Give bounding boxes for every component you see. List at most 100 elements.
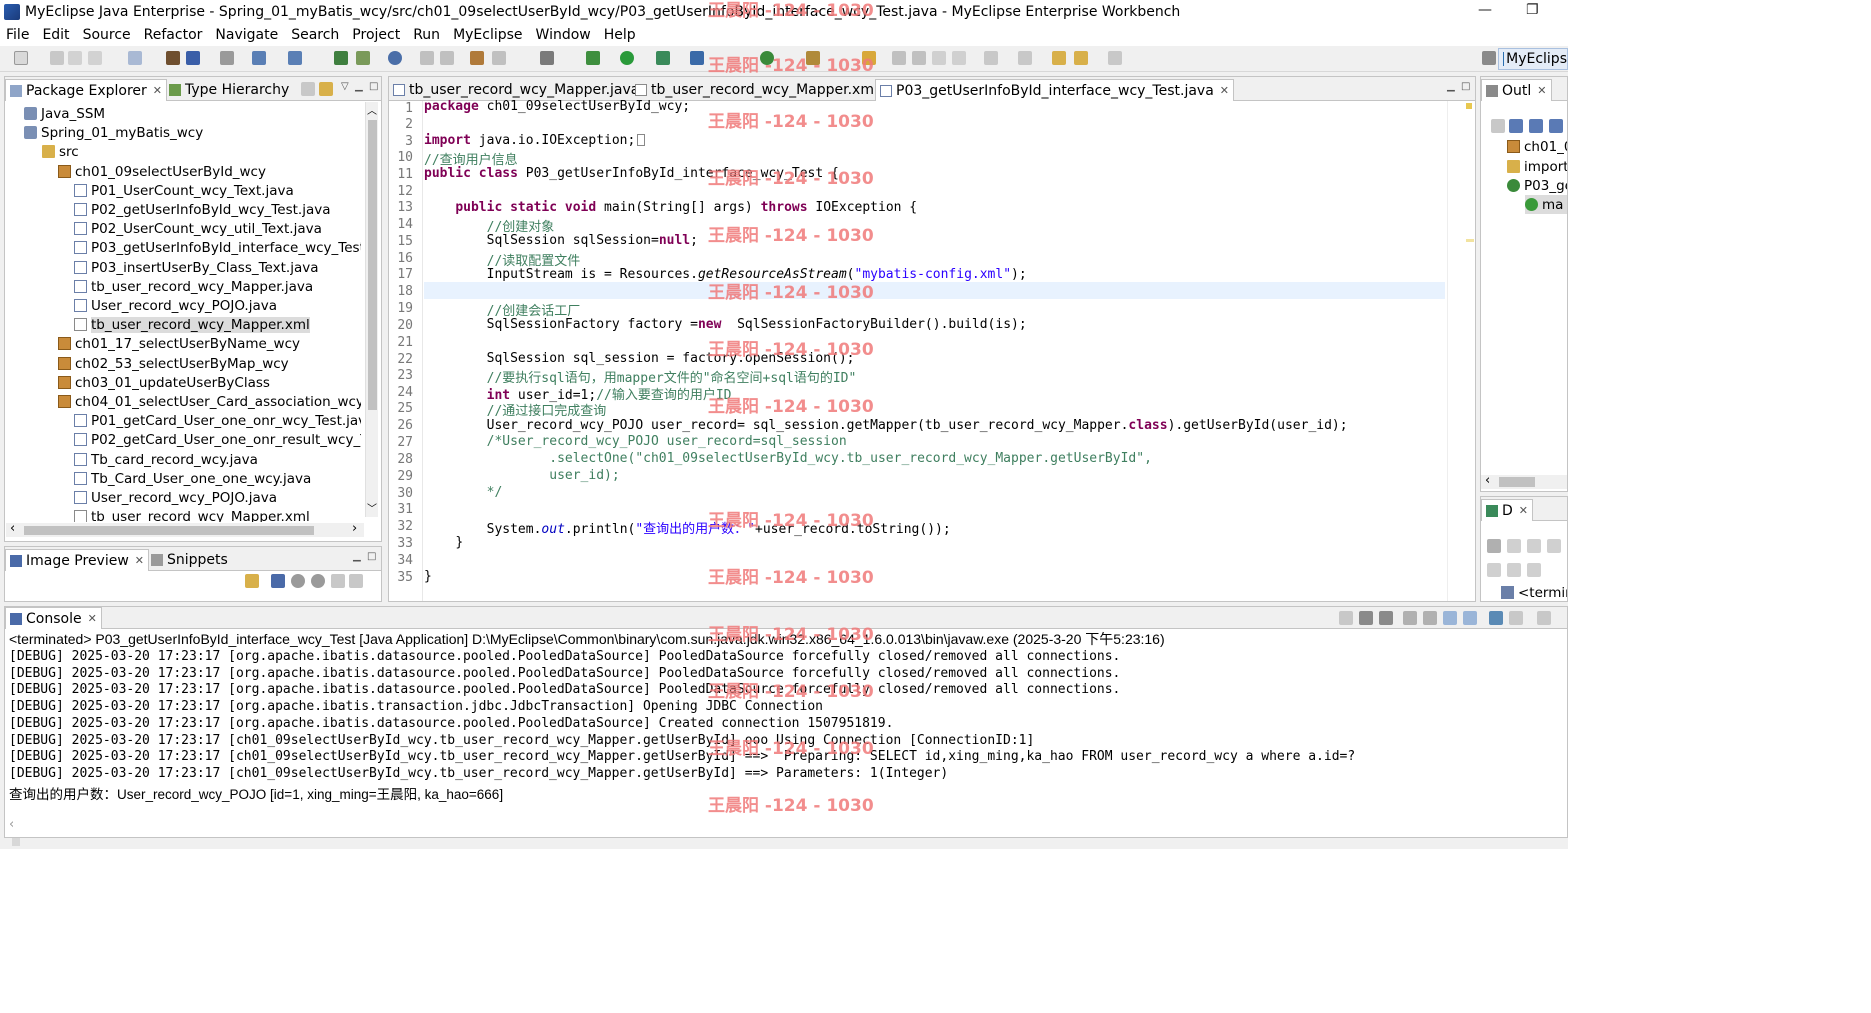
tab-package-explorer[interactable]: Package Explorer ✕: [5, 79, 167, 101]
zoom-out-icon[interactable]: [291, 574, 305, 588]
print-icon[interactable]: [88, 51, 102, 65]
refresh-preview-icon[interactable]: [245, 574, 259, 588]
tree-item-folder[interactable]: src: [42, 142, 79, 161]
package-icon[interactable]: [166, 51, 180, 65]
fast-view-icon[interactable]: [12, 838, 20, 846]
menu-myeclipse[interactable]: MyEclipse: [453, 27, 522, 43]
pin-icon[interactable]: [892, 51, 906, 65]
monitor-icon[interactable]: [540, 51, 554, 65]
folded-imports-icon[interactable]: [637, 134, 646, 146]
outline-item-package[interactable]: ch01_0: [1507, 137, 1567, 156]
menu-source[interactable]: Source: [83, 27, 131, 43]
tree-item-package[interactable]: ch01_17_selectUserByName_wcy: [58, 334, 300, 353]
save-all-icon[interactable]: [68, 51, 82, 65]
menu-edit[interactable]: Edit: [42, 27, 69, 43]
refactor-icon[interactable]: [128, 51, 142, 65]
menu-help[interactable]: Help: [604, 27, 636, 43]
resume-icon[interactable]: [1507, 539, 1521, 553]
tree-item-file[interactable]: tb_user_record_wcy_Mapper.xml: [74, 507, 310, 522]
tab-type-hierarchy[interactable]: Type Hierarchy: [165, 79, 293, 101]
tab-p03-test-java[interactable]: P03_getUserInfoById_interface_wcy_Test.j…: [875, 79, 1235, 101]
menu-search[interactable]: Search: [291, 27, 339, 43]
web-icon[interactable]: [288, 51, 302, 65]
tree-item-file[interactable]: P01_getCard_User_one_onr_wcy_Test.java: [74, 411, 361, 430]
pin-console-icon[interactable]: [1489, 611, 1503, 625]
step-over-icon[interactable]: [1507, 563, 1521, 577]
open-task-icon[interactable]: [440, 51, 454, 65]
step-into-icon[interactable]: [1487, 563, 1501, 577]
hscroll-thumb[interactable]: [24, 526, 314, 535]
menu-run[interactable]: Run: [413, 27, 440, 43]
terminate-console-icon[interactable]: [1339, 611, 1353, 625]
close-icon[interactable]: ✕: [1519, 504, 1528, 517]
server-icon[interactable]: [220, 51, 234, 65]
back-icon[interactable]: [1074, 51, 1088, 65]
fit-window-icon[interactable]: [349, 574, 363, 588]
zoom-in-icon[interactable]: [311, 574, 325, 588]
prev-annotation-icon[interactable]: [1018, 51, 1032, 65]
hide-static-icon[interactable]: [1549, 119, 1563, 133]
outline-item-imports[interactable]: import: [1507, 157, 1567, 176]
console-horizontal-scrollbar[interactable]: ‹: [5, 817, 1567, 833]
tab-outline[interactable]: Outl ✕: [1481, 79, 1552, 101]
refresh-icon[interactable]: [760, 51, 774, 65]
run-icon[interactable]: [620, 51, 634, 65]
show-stderr-icon[interactable]: [1463, 611, 1477, 625]
run-server-icon[interactable]: [252, 51, 266, 65]
tab-mapper-xml[interactable]: tb_user_record_wcy_Mapper.xml: [631, 79, 882, 101]
debug-item-terminated[interactable]: <termin: [1501, 583, 1567, 601]
scroll-up-icon[interactable]: ︿: [367, 102, 377, 117]
new-class-icon[interactable]: [356, 51, 370, 65]
display-console-icon[interactable]: [1509, 611, 1523, 625]
copy-icon[interactable]: [932, 51, 946, 65]
open-perspective-icon[interactable]: [1482, 51, 1496, 65]
overview-ruler[interactable]: [1447, 101, 1475, 601]
tree-item-file[interactable]: tb_user_record_wcy_Mapper.java: [74, 277, 313, 296]
tree-item-file[interactable]: Tb_Card_User_one_one_wcy.java: [74, 469, 311, 488]
minimize-view-icon[interactable]: ▁: [355, 81, 363, 92]
fit-image-icon[interactable]: [271, 574, 285, 588]
debug-icon[interactable]: [586, 51, 600, 65]
tab-mapper-java[interactable]: tb_user_record_wcy_Mapper.java: [389, 79, 643, 101]
last-edit-icon[interactable]: [1052, 51, 1066, 65]
remove-all-terminated-icon[interactable]: [1379, 611, 1393, 625]
tree-item-project[interactable]: Spring_01_myBatis_wcy: [24, 123, 203, 142]
scroll-left-icon[interactable]: ‹: [10, 521, 15, 536]
search-tool-icon[interactable]: [806, 51, 820, 65]
menu-project[interactable]: Project: [352, 27, 400, 43]
save-icon[interactable]: [50, 51, 64, 65]
maximize-view-icon[interactable]: □: [369, 81, 378, 92]
link-editor-icon[interactable]: [319, 82, 333, 96]
tree-item-file[interactable]: P02_UserCount_wcy_util_Text.java: [74, 219, 322, 238]
open-console-icon[interactable]: [1537, 611, 1551, 625]
tree-item-file[interactable]: Tb_card_record_wcy.java: [74, 450, 258, 469]
collapse-all-icon[interactable]: [1491, 119, 1505, 133]
scroll-right-icon[interactable]: ›: [352, 521, 357, 536]
suspend-icon[interactable]: [1527, 539, 1541, 553]
scroll-left-icon[interactable]: ‹: [1485, 473, 1490, 488]
tree-item-file[interactable]: P03_insertUserBy_Class_Text.java: [74, 258, 318, 277]
minimize-button[interactable]: —: [1478, 2, 1492, 18]
tasks-icon[interactable]: [470, 51, 484, 65]
remove-launch-icon[interactable]: [1359, 611, 1373, 625]
globe-icon[interactable]: [388, 51, 402, 65]
next-annotation-icon[interactable]: [984, 51, 998, 65]
hscroll-thumb[interactable]: [1499, 477, 1535, 487]
tree-item-file[interactable]: P02_getUserInfoById_wcy_Test.java: [74, 200, 330, 219]
tree-item-file[interactable]: User_record_wcy_POJO.java: [74, 488, 277, 507]
new-icon[interactable]: [14, 51, 28, 65]
scroll-left-icon[interactable]: ‹: [9, 817, 14, 832]
close-icon[interactable]: ✕: [88, 612, 97, 625]
menu-navigate[interactable]: Navigate: [215, 27, 278, 43]
scrollbar-thumb[interactable]: [368, 120, 377, 410]
perspective-switcher[interactable]: MyEclips: [1498, 48, 1568, 70]
tree-item-file[interactable]: P01_UserCount_wcy_Text.java: [74, 181, 294, 200]
tab-image-preview[interactable]: Image Preview ✕: [5, 549, 150, 571]
deploy-icon[interactable]: [186, 51, 200, 65]
open-type-icon[interactable]: [420, 51, 434, 65]
tree-item-package[interactable]: ch01_09selectUserById_wcy: [58, 162, 266, 181]
tree-item-project[interactable]: Java_SSM: [24, 104, 105, 123]
warning-marker[interactable]: [1466, 103, 1472, 109]
step-return-icon[interactable]: [1527, 563, 1541, 577]
outline-item-class[interactable]: P03_ge: [1507, 176, 1567, 195]
